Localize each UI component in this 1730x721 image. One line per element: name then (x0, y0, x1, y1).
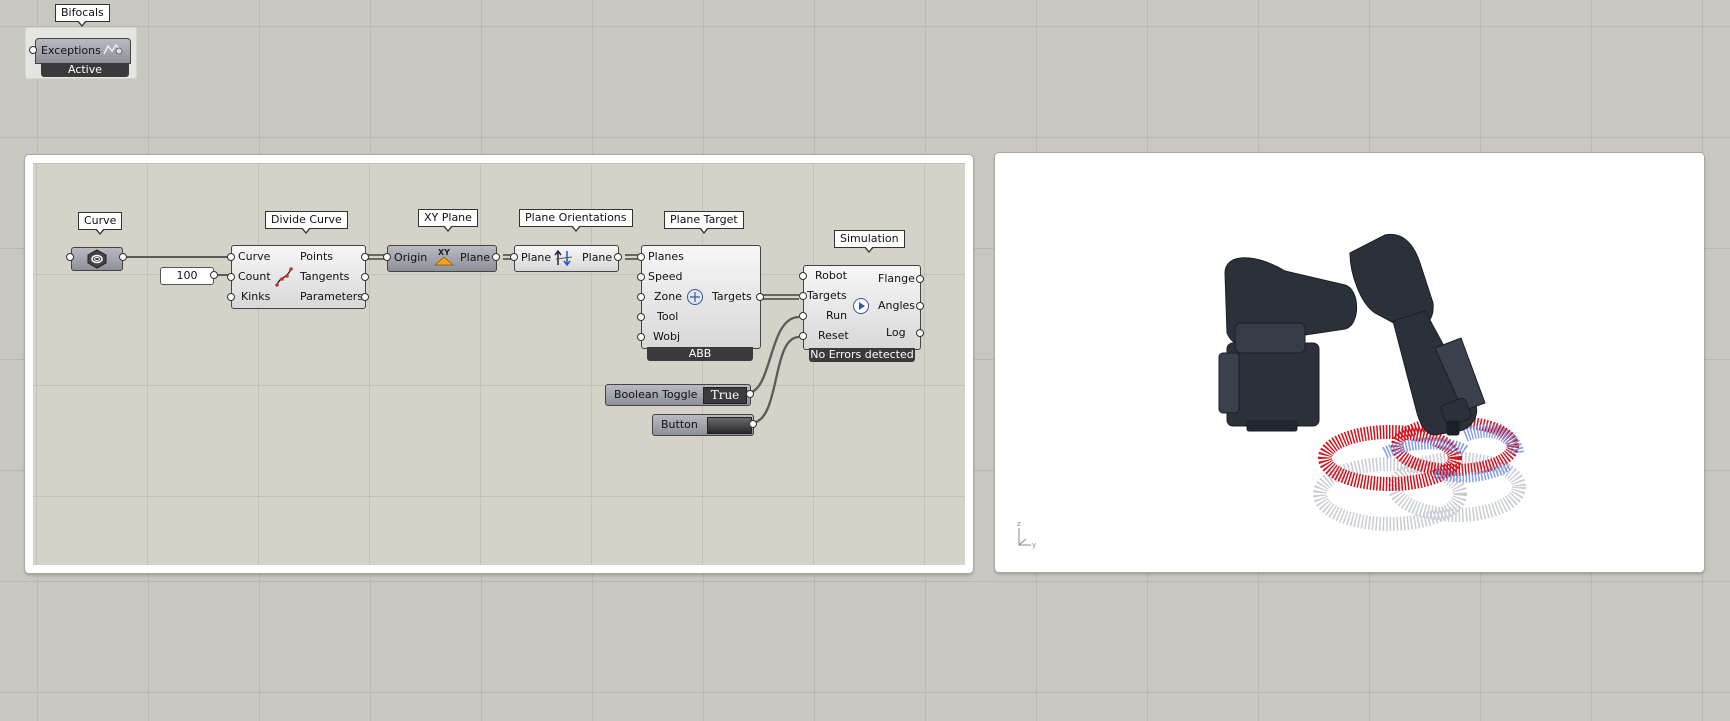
divide-curve-grip-tangents[interactable] (361, 273, 369, 281)
simulation-input-reset: Reset (818, 329, 849, 342)
plane-orientations-icon (553, 248, 575, 271)
simulation-input-run: Run (826, 309, 848, 322)
simulation-grip-robot[interactable] (799, 272, 807, 280)
divide-curve-tag: Divide Curve (265, 211, 348, 234)
simulation-grip-reset[interactable] (799, 332, 807, 340)
boolean-toggle[interactable]: Boolean Toggle True (605, 384, 751, 406)
plane-target-input-wobj: Wobj (653, 330, 681, 343)
simulation-grip-log[interactable] (916, 329, 924, 337)
axis-label-y: y (1032, 541, 1036, 549)
axis-gizmo-icon (1018, 528, 1031, 546)
curve-icon (86, 249, 108, 272)
robot-viewport[interactable]: z y (995, 153, 1704, 572)
bifocals-tag: Bifocals (55, 4, 110, 27)
divide-curve-grip-curve[interactable] (227, 253, 235, 261)
plane-target-footer: ABB (647, 347, 753, 361)
plane-target-input-planes: Planes (648, 250, 684, 263)
simulation-output-flange: Flange (878, 272, 915, 285)
grey-targets (1313, 452, 1526, 531)
divide-curve-input-kinks: Kinks (241, 290, 271, 303)
simulation-grip-angles[interactable] (916, 302, 924, 310)
divide-curve-component[interactable]: Curve Count Kinks Points Tangents Parame… (231, 245, 366, 309)
button-label: Button (661, 418, 698, 431)
divide-curve-input-count: Count (238, 270, 271, 283)
svg-text:XY: XY (438, 248, 450, 257)
simulation-grip-run[interactable] (799, 312, 807, 320)
plane-target-input-tool: Tool (657, 310, 679, 323)
plane-target-grip-zone[interactable] (637, 293, 645, 301)
divide-curve-icon (274, 266, 294, 291)
plane-target-tag: Plane Target (664, 211, 744, 234)
button-grip[interactable] (749, 420, 757, 428)
viewport-snapshot-panel: z y (995, 153, 1704, 572)
plane-orientations-grip-in[interactable] (510, 253, 518, 261)
plane-target-grip-tool[interactable] (637, 313, 645, 321)
curve-tag: Curve (78, 212, 123, 235)
divide-curve-grip-kinks[interactable] (227, 293, 235, 301)
boolean-toggle-label: Boolean Toggle (614, 388, 698, 401)
simulation-grip-flange[interactable] (916, 275, 924, 283)
xy-plane-grip-origin[interactable] (383, 253, 391, 261)
simulation-grip-targets[interactable] (799, 292, 807, 300)
play-icon (852, 297, 870, 318)
bug-icon (102, 42, 126, 61)
exceptions-component[interactable]: Exceptions (35, 38, 131, 64)
simulation-output-log: Log (886, 326, 906, 339)
simulation-tag: Simulation (834, 230, 905, 253)
simulation-component[interactable]: Robot Targets Run Reset Flange Angles Lo… (803, 265, 921, 350)
plane-orientations-input: Plane (521, 251, 552, 264)
divide-curve-grip-points[interactable] (361, 253, 369, 261)
xy-plane-component[interactable]: Origin Plane XY (387, 245, 497, 272)
exceptions-input-grip[interactable] (29, 46, 37, 54)
button-object[interactable]: Button (652, 414, 754, 436)
simulation-footer: No Errors detected (809, 348, 915, 362)
plane-orientations-output: Plane (582, 251, 613, 264)
simulation-input-robot: Robot (815, 269, 847, 282)
bifocals-status: Active (41, 63, 129, 77)
plane-orientations-component[interactable]: Plane Plane (514, 245, 619, 272)
number-output-grip[interactable] (210, 271, 218, 279)
plane-target-grip-targets[interactable] (756, 293, 764, 301)
xy-plane-output-plane: Plane (460, 251, 491, 264)
plane-target-grip-planes[interactable] (637, 253, 645, 261)
number-input-100[interactable]: 100 (160, 267, 214, 285)
axis-label-z: z (1017, 520, 1021, 528)
plane-orientations-tag: Plane Orientations (519, 209, 633, 232)
plane-target-grip-speed[interactable] (637, 273, 645, 281)
button-face[interactable] (707, 417, 752, 434)
robot-arm (1218, 233, 1486, 436)
xy-plane-grip-plane[interactable] (492, 253, 500, 261)
xy-plane-icon: XY (433, 246, 455, 271)
curve-output-grip[interactable] (119, 253, 127, 261)
boolean-toggle-value[interactable]: True (703, 387, 747, 404)
definition-snapshot-panel: Curve 100 Divide Curve Curve Count Kinks… (25, 155, 973, 573)
plane-target-input-zone: Zone (654, 290, 683, 303)
plane-target-input-speed: Speed (648, 270, 683, 283)
divide-curve-grip-parameters[interactable] (361, 293, 369, 301)
boolean-toggle-grip[interactable] (746, 390, 754, 398)
xy-plane-tag: XY Plane (418, 209, 478, 232)
exceptions-label: Exceptions (41, 44, 101, 57)
divide-curve-output-tangents: Tangents (300, 270, 350, 283)
curve-param[interactable] (71, 247, 123, 271)
divide-curve-output-parameters: Parameters (300, 290, 363, 303)
simulation-input-targets: Targets (807, 289, 847, 302)
plane-target-grip-wobj[interactable] (637, 333, 645, 341)
divide-curve-output-points: Points (300, 250, 334, 263)
divide-curve-input-curve: Curve (238, 250, 271, 263)
plane-target-component[interactable]: Planes Speed Zone Tool Wobj Targets (641, 245, 761, 349)
target-plus-icon (686, 288, 704, 309)
xy-plane-input-origin: Origin (394, 251, 428, 264)
curve-input-grip[interactable] (66, 253, 74, 261)
plane-orientations-grip-out[interactable] (614, 253, 622, 261)
definition-canvas[interactable]: Curve 100 Divide Curve Curve Count Kinks… (33, 163, 965, 565)
wires-layer (123, 254, 800, 425)
divide-curve-grip-count[interactable] (227, 273, 235, 281)
simulation-output-angles: Angles (878, 299, 916, 312)
plane-target-output-targets: Targets (712, 290, 752, 303)
